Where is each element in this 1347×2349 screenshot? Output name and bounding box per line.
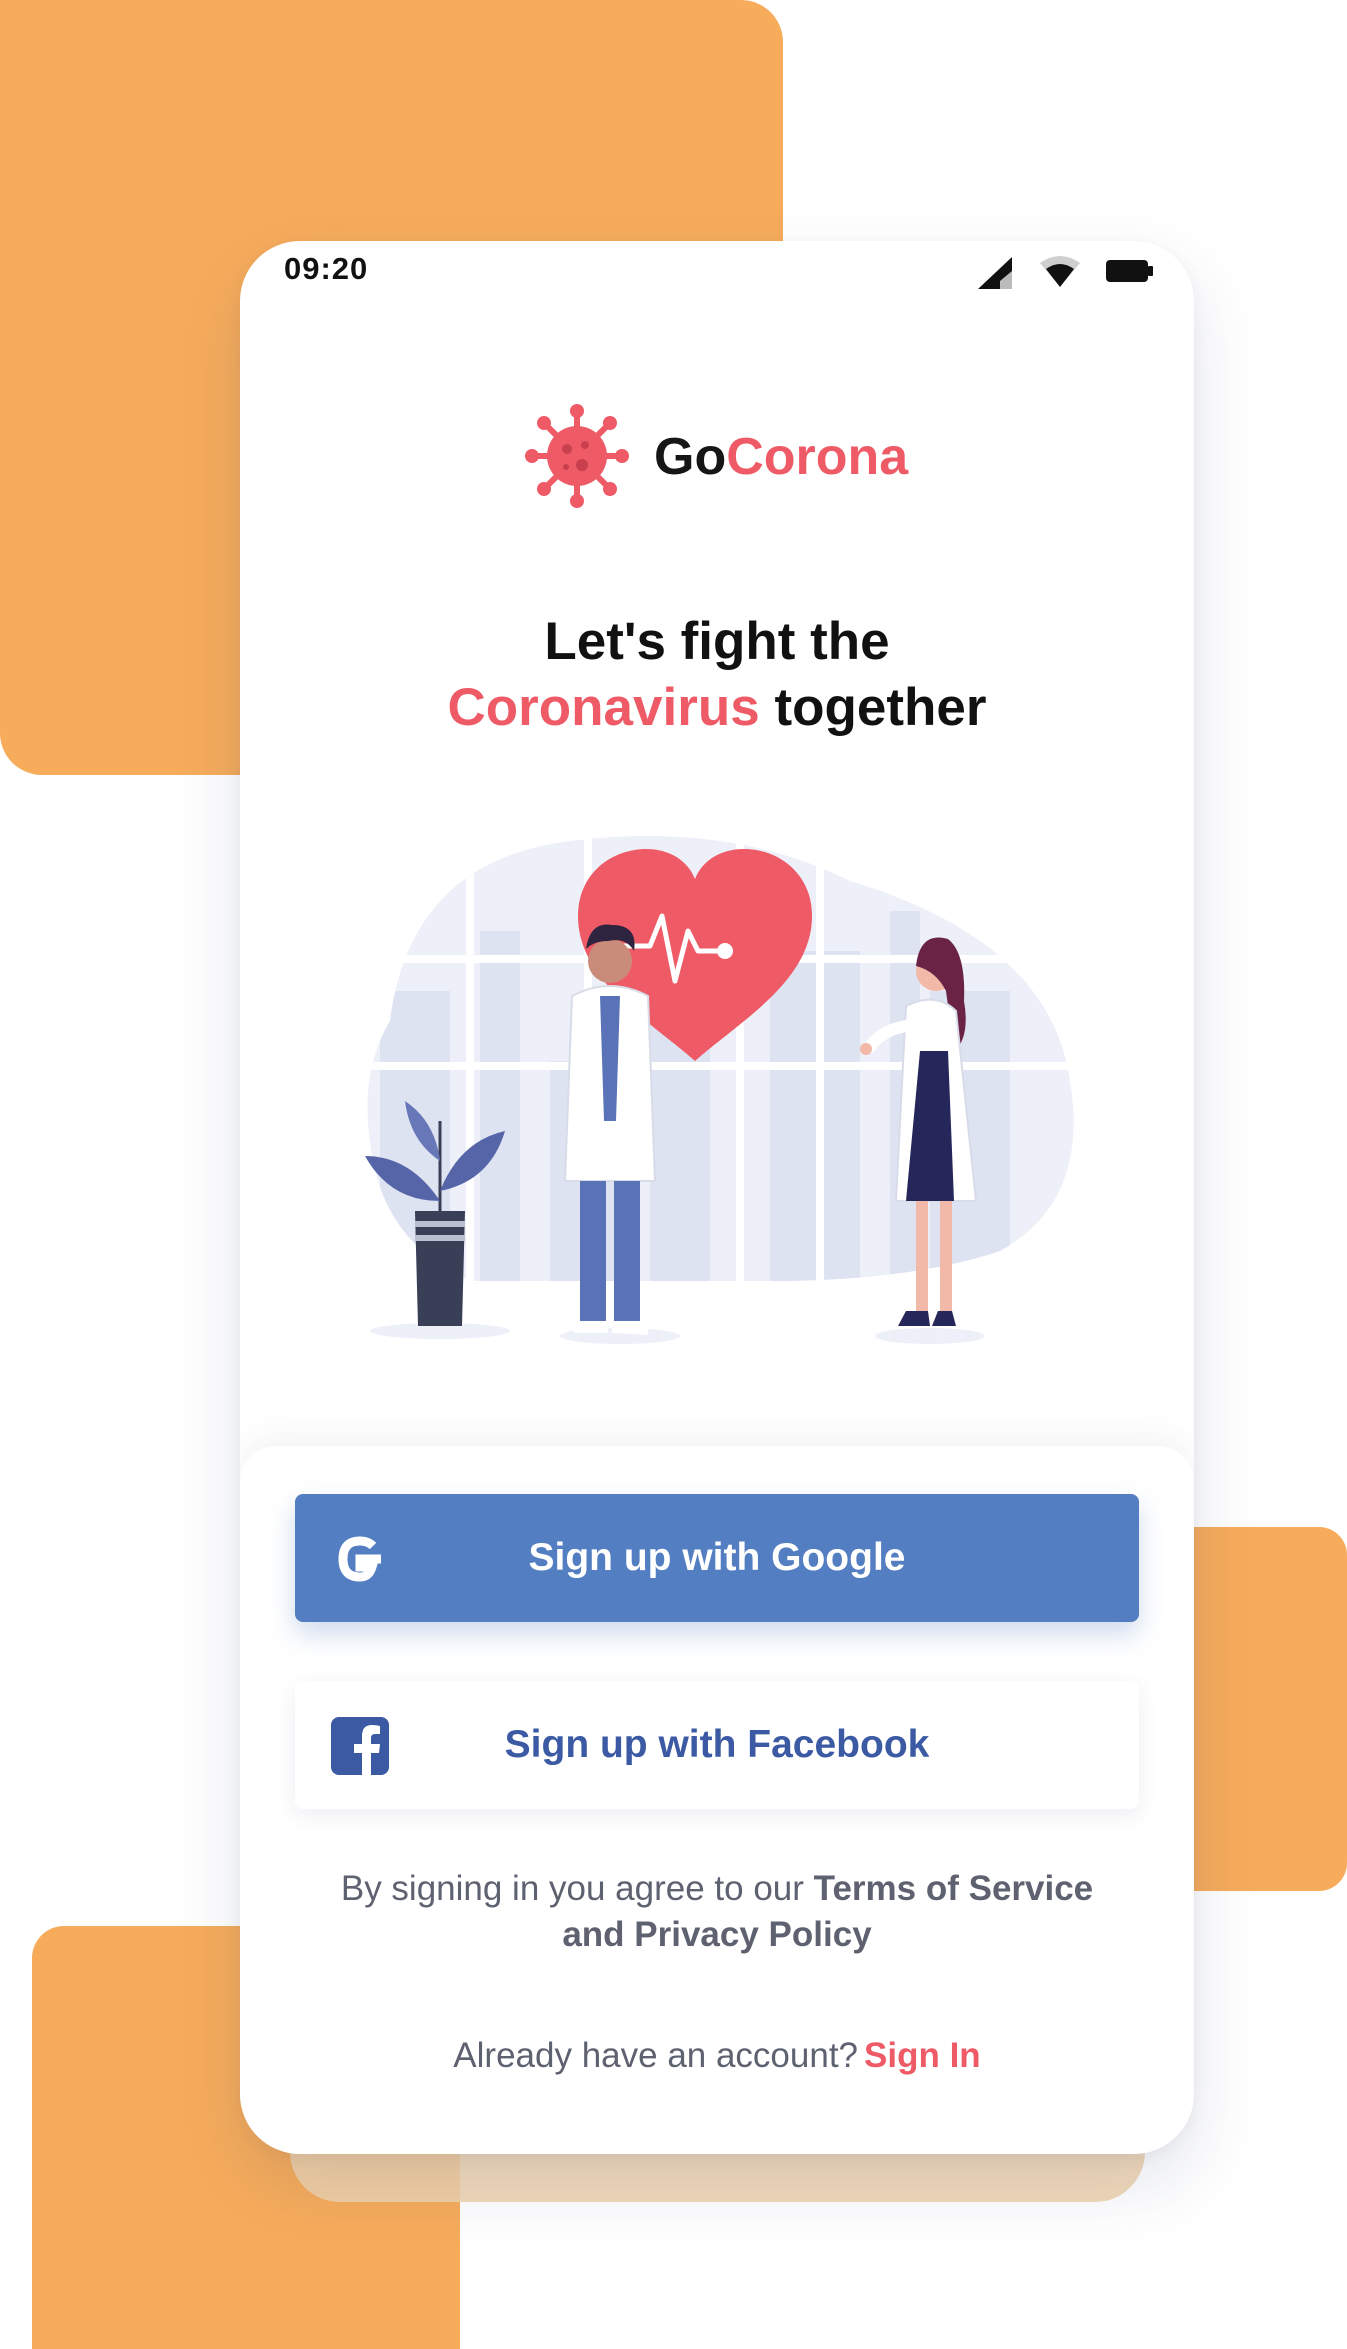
status-time: 09:20 xyxy=(284,251,369,286)
terms-notice: By signing in you agree to our Terms of … xyxy=(340,1866,1094,1958)
virus-icon xyxy=(525,404,629,508)
doctors-heart-illustration xyxy=(365,836,1074,1344)
facebook-signup-label: Sign up with Facebook xyxy=(504,1723,930,1766)
phone-screen: 09:20 GoCorona Let's fight the Coronavir… xyxy=(240,241,1194,2154)
google-signup-label: Sign up with Google xyxy=(528,1536,906,1579)
facebook-signup-button[interactable]: Sign up with Facebook xyxy=(295,1681,1139,1809)
signin-question: Already have an account? xyxy=(453,2036,859,2075)
app-name: GoCorona xyxy=(654,427,908,487)
google-signup-button[interactable]: Sign up with Google xyxy=(295,1494,1139,1622)
headline-line-1: Let's fight the xyxy=(544,612,890,671)
signin-prompt: Already have an account? Sign In xyxy=(240,2036,1194,2076)
signup-panel: Sign up with Google Sign up with Faceboo… xyxy=(240,1446,1194,2154)
headline-accent: Coronavirus xyxy=(447,678,760,737)
app-logo: GoCorona xyxy=(522,401,942,511)
wifi-icon xyxy=(1040,256,1080,287)
headline-line-2: Coronavirus together xyxy=(240,675,1194,741)
headline-rest: together xyxy=(774,678,987,737)
terms-prefix: By signing in you agree to our xyxy=(340,1869,804,1908)
status-bar: 09:20 xyxy=(240,241,1194,301)
app-name-corona: Corona xyxy=(726,428,909,486)
signal-icon xyxy=(978,257,1012,289)
app-name-go: Go xyxy=(654,428,727,486)
headline: Let's fight the Coronavirus together xyxy=(240,609,1194,741)
signin-link[interactable]: Sign In xyxy=(864,2036,981,2075)
battery-icon xyxy=(1106,260,1153,282)
